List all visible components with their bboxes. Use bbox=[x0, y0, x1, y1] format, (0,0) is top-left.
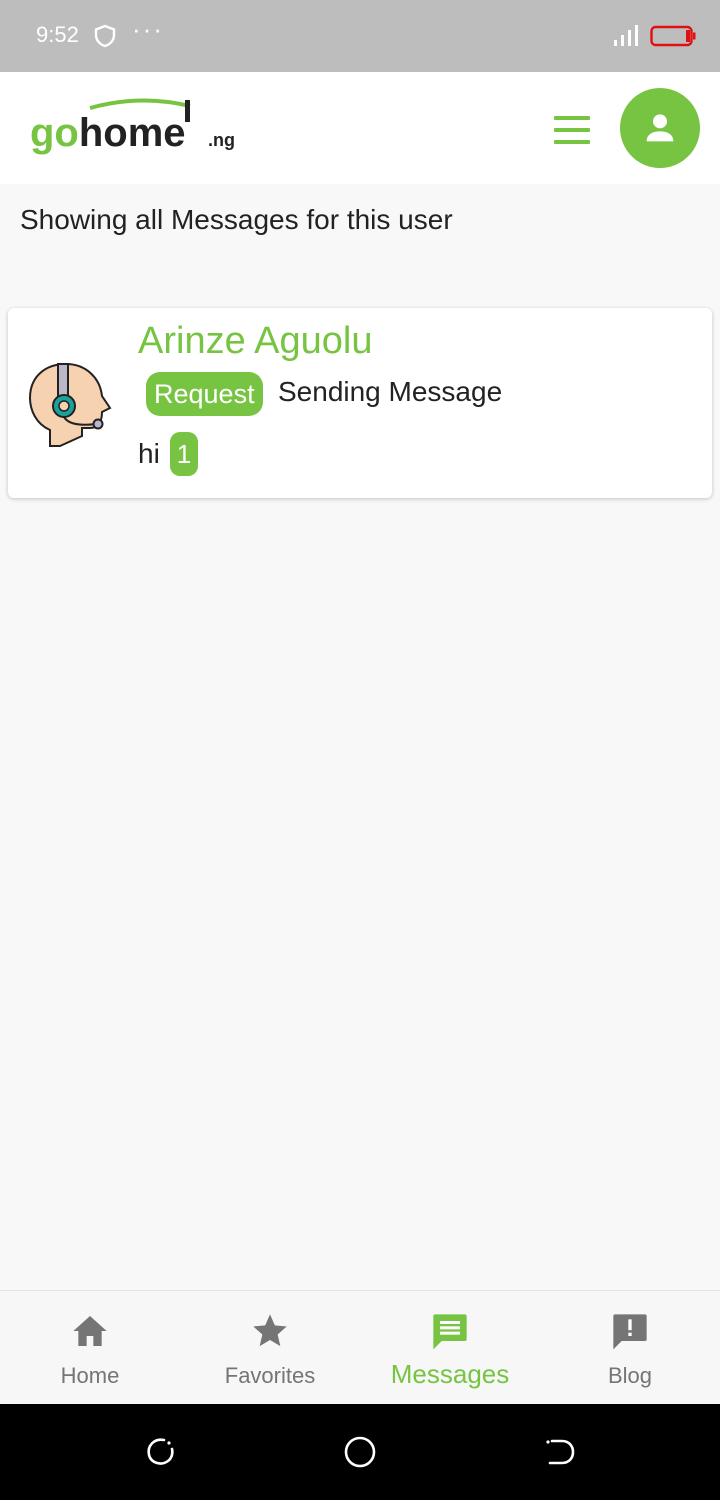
nav-item-messages[interactable]: Messages bbox=[360, 1291, 540, 1405]
nav-label-home: Home bbox=[60, 1363, 120, 1388]
request-tag-badge: Request bbox=[146, 372, 263, 416]
bottom-nav: Home Favorites Messages Blog bbox=[0, 1290, 720, 1404]
nav-label-favorites: Favorites bbox=[224, 1363, 316, 1388]
nav-item-home[interactable]: Home bbox=[0, 1291, 180, 1405]
nav-item-favorites[interactable]: Favorites bbox=[180, 1291, 360, 1405]
unread-count-badge: 1 bbox=[170, 432, 198, 476]
status-overflow-dots: ··· bbox=[132, 14, 164, 44]
nav-item-blog[interactable]: Blog bbox=[540, 1291, 720, 1405]
signal-icon bbox=[614, 25, 638, 46]
svg-text:gohome: gohome bbox=[30, 111, 186, 155]
profile-button[interactable] bbox=[620, 88, 700, 168]
shield-icon bbox=[94, 24, 116, 48]
back-icon[interactable] bbox=[542, 1434, 578, 1470]
app-header: gohome .ng bbox=[0, 72, 720, 184]
star-icon bbox=[253, 1314, 287, 1347]
menu-icon-bar bbox=[554, 128, 590, 132]
message-preview: hi bbox=[138, 438, 160, 469]
nav-label-messages: Messages bbox=[390, 1359, 510, 1389]
user-icon bbox=[646, 114, 674, 142]
svg-text:.ng: .ng bbox=[208, 130, 235, 150]
menu-icon-bar bbox=[554, 140, 590, 144]
recent-apps-icon[interactable] bbox=[142, 1434, 178, 1470]
nav-label-blog: Blog bbox=[607, 1363, 653, 1388]
battery-icon bbox=[650, 25, 696, 47]
menu-icon-bar bbox=[554, 116, 590, 120]
message-card[interactable]: Arinze Aguolu Request Sending Message hi… bbox=[8, 308, 712, 498]
page-heading: Showing all Messages for this user bbox=[20, 204, 453, 235]
home-icon bbox=[73, 1316, 107, 1346]
system-nav-bar bbox=[0, 1404, 720, 1500]
sender-name: Arinze Aguolu bbox=[138, 320, 373, 362]
support-agent-icon bbox=[28, 362, 112, 447]
status-time: 9:52 bbox=[36, 22, 79, 47]
feedback-icon bbox=[613, 1314, 647, 1350]
home-system-icon[interactable] bbox=[342, 1434, 378, 1470]
message-status: Sending Message bbox=[278, 376, 503, 407]
status-bar: 9:52 ··· bbox=[0, 0, 720, 72]
chat-icon bbox=[433, 1314, 467, 1350]
menu-button[interactable] bbox=[552, 116, 592, 144]
gohome-logo[interactable]: gohome .ng bbox=[30, 96, 240, 162]
